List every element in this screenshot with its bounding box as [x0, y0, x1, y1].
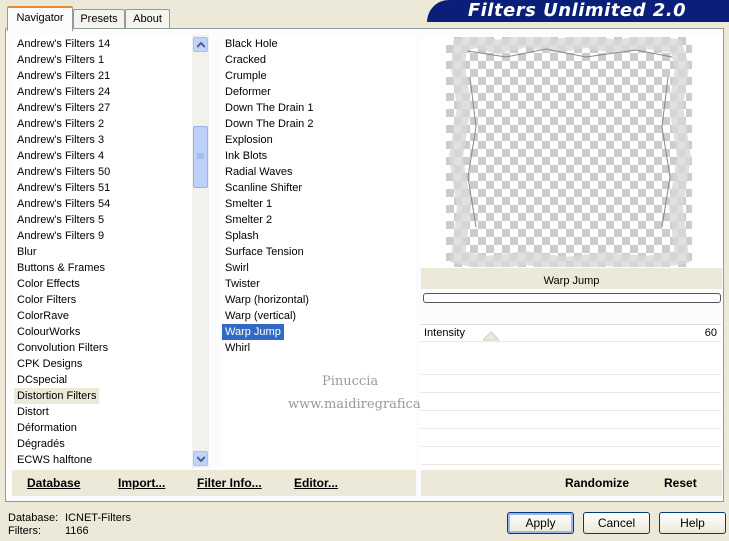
list-item[interactable]: Scanline Shifter — [222, 180, 302, 196]
scroll-down-button[interactable] — [193, 451, 208, 466]
title-banner: Filters Unlimited 2.0 — [427, 0, 729, 22]
list-item[interactable]: Smelter 1 — [222, 196, 272, 212]
filters-count-label: Filters: — [8, 525, 41, 537]
list-item[interactable]: Andrew's Filters 24 — [14, 84, 110, 100]
list-item[interactable]: Twister — [222, 276, 260, 292]
list-item[interactable]: Andrew's Filters 9 — [14, 228, 104, 244]
reset-button[interactable]: Reset — [664, 476, 697, 490]
left-toolbar: Database Import... Filter Info... Editor… — [12, 470, 416, 496]
list-item[interactable]: Andrew's Filters 21 — [14, 68, 110, 84]
tab-navigator[interactable]: Navigator — [7, 6, 73, 31]
list-item[interactable]: Surface Tension — [222, 244, 304, 260]
list-item[interactable]: Cracked — [222, 52, 266, 68]
list-item[interactable]: Whirl — [222, 340, 250, 356]
list-item[interactable]: Blur — [14, 244, 37, 260]
watermark-name: Pinuccia — [322, 374, 379, 389]
list-item[interactable]: Swirl — [222, 260, 249, 276]
database-value: ICNET-Filters — [65, 512, 131, 524]
list-item[interactable]: Warp (horizontal) — [222, 292, 309, 308]
preview-image — [446, 32, 692, 272]
preview-frame-art — [448, 32, 692, 272]
param-row — [421, 394, 721, 411]
list-item[interactable]: Andrew's Filters 5 — [14, 212, 104, 228]
list-item[interactable]: Andrew's Filters 4 — [14, 148, 104, 164]
param-label: Intensity — [424, 327, 465, 339]
editor-button[interactable]: Editor... — [294, 476, 338, 490]
list-item[interactable]: Warp Jump — [222, 324, 284, 340]
scroll-up-button[interactable] — [193, 37, 208, 52]
filters-count-value: 1166 — [65, 525, 89, 537]
list-item[interactable]: Andrew's Filters 14 — [14, 36, 110, 52]
list-item[interactable]: Smelter 2 — [222, 212, 272, 228]
param-value: 60 — [704, 327, 717, 339]
list-item[interactable]: Distortion Filters — [14, 388, 100, 404]
list-item[interactable]: Andrew's Filters 3 — [14, 132, 104, 148]
list-item[interactable]: Color Filters — [14, 292, 76, 308]
list-item[interactable]: Down The Drain 2 — [222, 116, 313, 132]
list-item[interactable]: ColorRave — [14, 308, 69, 324]
list-item[interactable]: Radial Waves — [222, 164, 292, 180]
list-item[interactable]: Convolution Filters — [14, 340, 108, 356]
grip-icon — [197, 153, 204, 159]
list-item[interactable]: Dégradés — [14, 436, 65, 452]
category-scrollbar[interactable] — [192, 35, 209, 468]
param-row — [421, 358, 721, 375]
list-item[interactable]: Deformer — [222, 84, 271, 100]
help-button[interactable]: Help — [659, 512, 726, 534]
chevron-up-icon — [197, 42, 205, 48]
right-toolbar: Randomize Reset — [421, 470, 722, 496]
import-button[interactable]: Import... — [118, 476, 165, 490]
list-item[interactable]: Distort — [14, 404, 49, 420]
tab-about[interactable]: About — [125, 9, 170, 29]
slider-marker-icon[interactable] — [483, 331, 499, 341]
tab-presets[interactable]: Presets — [73, 9, 125, 29]
param-row-intensity[interactable]: Intensity 60 — [421, 324, 721, 342]
list-item[interactable]: CPK Designs — [14, 356, 82, 372]
list-item[interactable]: Andrew's Filters 50 — [14, 164, 110, 180]
parameter-panel: Intensity 60 — [421, 322, 722, 468]
list-item[interactable]: DCspecial — [14, 372, 67, 388]
preview-area — [421, 32, 722, 272]
list-item[interactable]: Warp (vertical) — [222, 308, 296, 324]
chevron-down-icon — [197, 456, 205, 462]
category-list[interactable]: Andrew's Filters 14 Andrew's Filters 1 And… — [14, 35, 192, 468]
list-item[interactable]: Andrew's Filters 1 — [14, 52, 104, 68]
banner-title: Filters Unlimited 2.0 — [467, 0, 687, 21]
database-label: Database: — [8, 512, 59, 524]
param-row — [421, 376, 721, 393]
apply-button[interactable]: Apply — [507, 512, 574, 534]
list-item[interactable]: ColourWorks — [14, 324, 80, 340]
list-item[interactable]: Andrew's Filters 54 — [14, 196, 110, 212]
preview-filter-name: Warp Jump — [421, 268, 722, 289]
scroll-thumb[interactable] — [193, 126, 208, 188]
cancel-button[interactable]: Cancel — [583, 512, 650, 534]
randomize-button[interactable]: Randomize — [565, 476, 629, 490]
list-item[interactable]: Ink Blots — [222, 148, 267, 164]
list-item[interactable]: ECWS halftone — [14, 452, 92, 468]
param-row — [421, 412, 721, 429]
list-item[interactable]: Black Hole — [222, 36, 278, 52]
watermark-url: www.maidiregrafica.eu — [288, 397, 441, 412]
filter-info-button[interactable]: Filter Info... — [197, 476, 262, 490]
list-item[interactable]: Andrew's Filters 27 — [14, 100, 110, 116]
param-row — [421, 430, 721, 447]
progress-bar — [423, 293, 721, 303]
list-item[interactable]: Buttons & Frames — [14, 260, 105, 276]
list-item[interactable]: Déformation — [14, 420, 77, 436]
list-item[interactable]: Explosion — [222, 132, 273, 148]
list-item[interactable]: Andrew's Filters 2 — [14, 116, 104, 132]
list-item[interactable]: Crumple — [222, 68, 267, 84]
list-item[interactable]: Splash — [222, 228, 259, 244]
list-item[interactable]: Color Effects — [14, 276, 80, 292]
param-row — [421, 448, 721, 465]
database-button[interactable]: Database — [27, 476, 80, 490]
list-item[interactable]: Down The Drain 1 — [222, 100, 313, 116]
list-item[interactable]: Andrew's Filters 51 — [14, 180, 110, 196]
